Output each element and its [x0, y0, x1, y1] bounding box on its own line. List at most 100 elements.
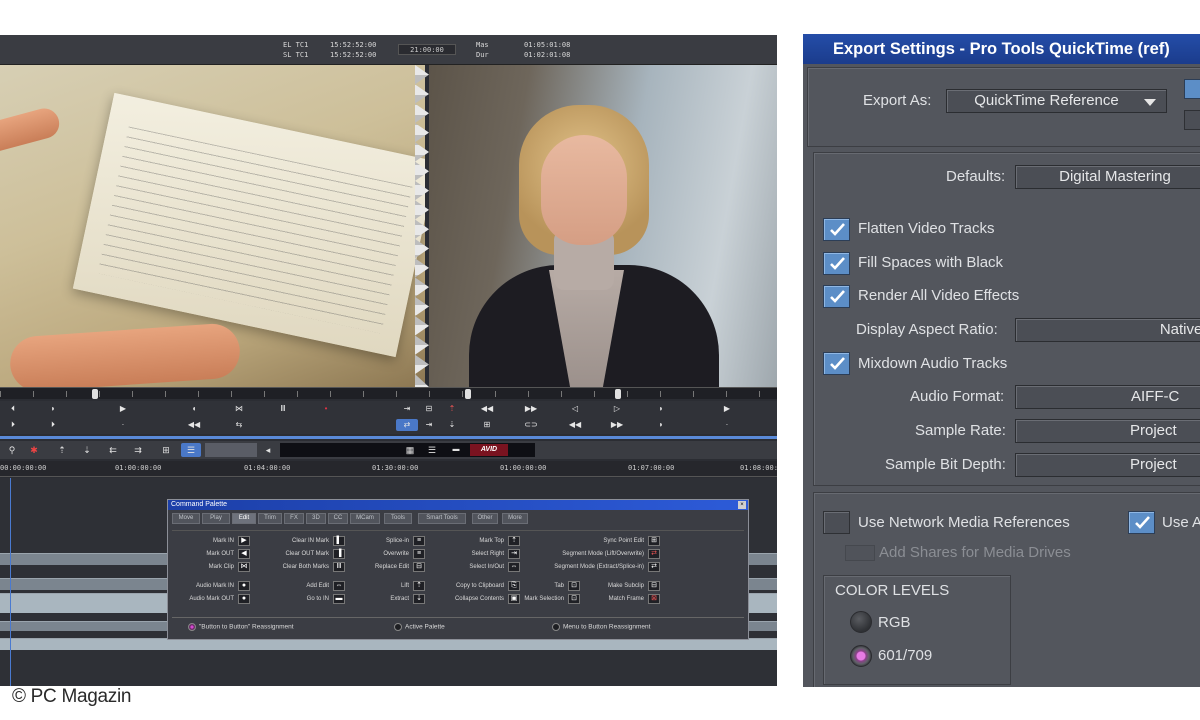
tab-fx[interactable]: FX [284, 513, 304, 524]
cmd-lift[interactable]: Lift ⇡ [347, 580, 427, 592]
export-as-dropdown[interactable]: QuickTime Reference [946, 89, 1167, 113]
export-settings-titlebar[interactable]: Export Settings - Pro Tools QuickTime (r… [803, 34, 1200, 64]
play-button[interactable]: ▶ [112, 403, 134, 415]
step-fwd2-button[interactable]: ⏵ [42, 419, 64, 431]
tab-edit[interactable]: Edit [232, 513, 256, 524]
source-monitor[interactable] [0, 65, 425, 387]
mark-clip-button[interactable]: ⋈ [228, 403, 250, 415]
step-fwd-button[interactable]: ⏵ [2, 419, 24, 431]
cmd-replace-edit[interactable]: Replace Edit ⊟ [347, 561, 427, 573]
sample-rate-dropdown[interactable]: Project [1015, 419, 1200, 443]
sample-bit-depth-dropdown[interactable]: Project [1015, 453, 1200, 477]
tab-trim[interactable]: Trim [258, 513, 282, 524]
play-rec-button[interactable]: ▶ [716, 403, 738, 415]
cmd-mark-out[interactable]: Mark OUT ◀ [172, 548, 252, 560]
trim-button[interactable]: ⇥ [418, 419, 440, 431]
sync-button[interactable]: ⊞ [476, 419, 498, 431]
list-tool-icon[interactable]: ☰ [181, 443, 201, 457]
radio-active-palette[interactable]: Active Palette [394, 623, 445, 631]
cmd-select-right[interactable]: Select Right ⇥ [427, 548, 522, 560]
cmd-audio-mark-out[interactable]: Audio Mark OUT ● [172, 593, 252, 605]
tc-center-display[interactable]: 21:00:00 [398, 44, 456, 55]
cmd-copy-clipboard[interactable]: Copy to Clipboard ⎘ [427, 580, 522, 592]
mark-rec2-button[interactable]: ◗ [650, 419, 672, 431]
cmd-sync-point[interactable]: Sync Point Edit ⊞ [522, 535, 662, 547]
cmd-collapse[interactable]: Collapse Contents ▣ [427, 593, 522, 605]
save-button[interactable] [1184, 79, 1200, 99]
tab-cc[interactable]: CC [328, 513, 348, 524]
cmd-clear-out[interactable]: Clear OUT Mark ▐ [252, 548, 347, 560]
prev-edit-button[interactable]: ◀◀ [564, 419, 586, 431]
audio-format-dropdown[interactable]: AIFF-C [1015, 385, 1200, 409]
segment-mode-button[interactable]: ⇄ [396, 419, 418, 431]
render-effects-checkbox[interactable] [823, 285, 850, 308]
tab-more[interactable]: More [502, 513, 528, 524]
red-tool-icon[interactable]: ✱ [24, 443, 44, 457]
cmd-mark-selection[interactable]: Mark Selection ⊡ [522, 593, 582, 605]
fast-forward-button[interactable]: ▶▶ [520, 403, 542, 415]
lift-button[interactable]: ⇡ [441, 403, 463, 415]
radio-menu-to-button[interactable]: Menu to Button Reassignment [552, 623, 650, 631]
rec601-709-radio[interactable] [850, 645, 872, 667]
mark-in-rec-button[interactable]: ◗ [650, 403, 672, 415]
cmd-tab[interactable]: Tab ⊡ [522, 580, 582, 592]
segment-right-icon[interactable]: ⇉ [128, 443, 148, 457]
use-a-checkbox[interactable] [1128, 511, 1155, 534]
tab-other[interactable]: Other [472, 513, 498, 524]
cmd-segment-extract[interactable]: Segment Mode (Extract/Splice-in) ⇄ [522, 561, 662, 573]
splice-button[interactable]: ⇥ [396, 403, 418, 415]
cancel-button[interactable] [1184, 110, 1200, 130]
cmd-clear-both[interactable]: Clear Both Marks Ⅲ [252, 561, 347, 573]
tab-tools[interactable]: Tools [384, 513, 412, 524]
cmd-segment-lift[interactable]: Segment Mode (Lift/Overwrite) ⇄ [522, 548, 662, 560]
cmd-mark-clip[interactable]: Mark Clip ⋈ [172, 561, 252, 573]
grid-tool-icon[interactable]: ▦ [400, 443, 420, 457]
source-position-indicator[interactable] [92, 389, 98, 399]
go-to-out-button[interactable]: ▷ [606, 403, 628, 415]
tab-play[interactable]: Play [202, 513, 230, 524]
timeline-field[interactable] [205, 443, 257, 457]
rew-small-button[interactable]: ◀◀ [183, 419, 205, 431]
mark-in-button[interactable]: ◗ [42, 403, 64, 415]
timeline-playhead[interactable] [10, 478, 11, 686]
cmd-mark-top[interactable]: Mark Top ⇡ [427, 535, 522, 547]
mark-out-button[interactable]: ◖ [183, 403, 205, 415]
link-button[interactable]: ⊂⊃ [520, 419, 542, 431]
cmd-select-in-out[interactable]: Select In/Out ⇔ [427, 561, 522, 573]
position-bar[interactable] [0, 387, 777, 399]
cmd-make-subclip[interactable]: Make Subclip ⊟ [582, 580, 662, 592]
close-icon[interactable]: × [738, 501, 746, 509]
cmd-clear-in[interactable]: Clear IN Mark ▌ [252, 535, 347, 547]
more-tool-icon[interactable]: ▬ [446, 443, 466, 457]
overwrite-button[interactable]: ⊟ [418, 403, 440, 415]
extract-tool-icon[interactable]: ⇣ [77, 443, 97, 457]
next-edit-button[interactable]: ▶▶ [606, 419, 628, 431]
loop-button[interactable]: ⇆ [228, 419, 250, 431]
tab-mcam[interactable]: MCam [350, 513, 380, 524]
step-back-button[interactable]: ⏴ [2, 403, 24, 415]
cmd-splice-in[interactable]: Splice-in ≡ [347, 535, 427, 547]
tab-smart-tools[interactable]: Smart Tools [418, 513, 466, 524]
mixdown-audio-checkbox[interactable] [823, 352, 850, 375]
defaults-dropdown[interactable]: Digital Mastering [1015, 165, 1200, 189]
cmd-match-frame[interactable]: Match Frame ⊠ [582, 593, 662, 605]
dot-rec-button[interactable]: · [716, 419, 738, 431]
tab-3d[interactable]: 3D [306, 513, 326, 524]
command-palette-titlebar[interactable]: Command Palette × [168, 500, 748, 510]
fill-spaces-checkbox[interactable] [823, 252, 850, 275]
cmd-extract[interactable]: Extract ⇣ [347, 593, 427, 605]
timeline-ruler[interactable]: 00:00:00:00 01:00:00:00 01:04:00:00 01:3… [0, 461, 777, 477]
radio-button-to-button[interactable]: "Button to Button" Reassignment [188, 623, 294, 631]
record-dot-icon[interactable]: • [315, 403, 337, 415]
trim-tool-icon[interactable]: ⊞ [156, 443, 176, 457]
rewind-button[interactable]: ◀◀ [476, 403, 498, 415]
menu-tool-icon[interactable]: ☰ [422, 443, 442, 457]
rgb-radio[interactable] [850, 611, 872, 633]
record-position-indicator[interactable] [465, 389, 471, 399]
cmd-add-edit[interactable]: Add Edit ⇔ [252, 580, 347, 592]
cmd-overwrite[interactable]: Overwrite ≡ [347, 548, 427, 560]
record-mark-indicator[interactable] [615, 389, 621, 399]
network-refs-checkbox[interactable] [823, 511, 850, 534]
cmd-mark-in[interactable]: Mark IN ▶ [172, 535, 252, 547]
clear-marks-button[interactable]: Ⅲ [272, 403, 294, 415]
